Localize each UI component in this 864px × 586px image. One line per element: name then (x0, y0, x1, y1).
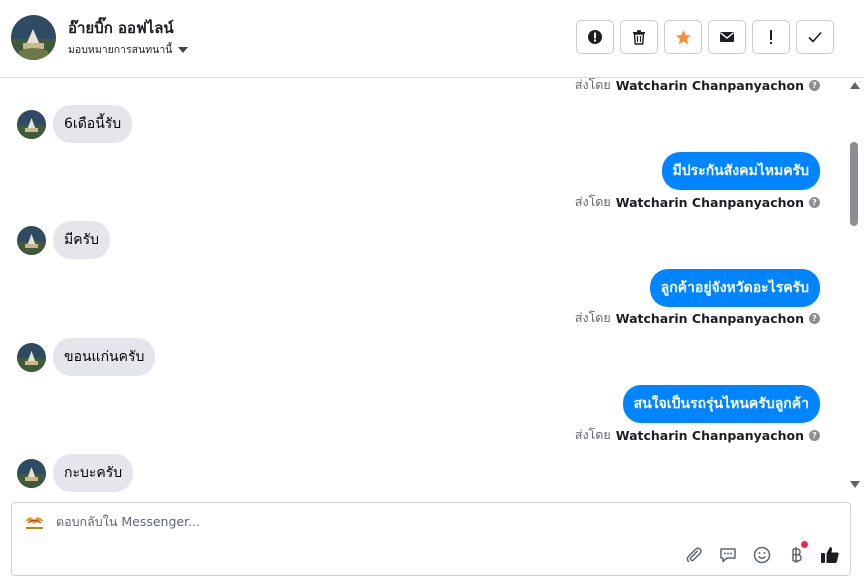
check-icon (808, 31, 822, 43)
help-icon[interactable]: ? (809, 196, 820, 208)
delete-button[interactable] (620, 20, 658, 54)
page-logo (22, 512, 47, 532)
composer-tools (684, 541, 840, 565)
incoming-message: มีครับ (17, 221, 110, 259)
attachment-button[interactable] (684, 545, 704, 565)
agent-name: Watcharin Chanpanyachon (615, 427, 804, 443)
reply-composer (11, 502, 851, 576)
contact-name: อ๊ายบิ๊ก ออฟไลน์ (68, 19, 174, 37)
help-icon[interactable]: ? (809, 312, 820, 324)
attachment-icon (686, 547, 702, 563)
baht-payment-icon (792, 547, 802, 563)
notification-dot (801, 541, 808, 548)
payment-button[interactable] (786, 541, 808, 565)
assign-label: มอบหมายการสนทนานี้ (68, 44, 173, 56)
message-bubble[interactable]: ขอนแก่นครับ (53, 338, 156, 376)
follow-up-button[interactable] (752, 20, 790, 54)
contact-avatar-small (17, 225, 46, 255)
thread-scrollbar[interactable] (848, 78, 862, 492)
message-bubble[interactable]: มีครับ (53, 221, 110, 259)
incoming-message: 6เดือนี้รับ (17, 105, 133, 143)
outgoing-message-bubble[interactable]: ลูกค้าอยู่จังหวัดอะไรครับ (649, 269, 820, 307)
contact-avatar-small (17, 109, 46, 139)
saved-reply-icon (720, 548, 736, 563)
agent-name: Watcharin Chanpanyachon (615, 194, 804, 210)
alert-circle-icon (588, 30, 602, 44)
scroll-down-icon[interactable] (850, 481, 860, 488)
help-icon[interactable]: ? (809, 429, 820, 441)
done-button[interactable] (796, 20, 834, 54)
message-thread[interactable]: ส่งโดย Watcharin Chanpanyachon? 6เดือนี้ร… (0, 78, 848, 492)
saved-reply-button[interactable] (718, 545, 738, 565)
like-button[interactable] (820, 545, 840, 565)
incoming-message: กะบะครับ (17, 454, 134, 492)
scroll-up-icon[interactable] (850, 82, 860, 89)
caret-down-icon (178, 46, 189, 53)
contact-avatar[interactable] (11, 15, 56, 60)
scroll-thumb[interactable] (850, 142, 858, 226)
help-icon[interactable]: ? (809, 79, 820, 91)
agent-name: Watcharin Chanpanyachon (615, 78, 804, 93)
star-icon (675, 29, 691, 44)
outgoing-message-bubble[interactable]: สนใจเป็นรถรุ่นไหนครับลูกค้า (622, 385, 820, 423)
like-icon (821, 547, 839, 563)
assign-conversation-dropdown[interactable]: มอบหมายการสนทนานี้ (68, 41, 189, 58)
sent-by-caption: ส่งโดย Watcharin Chanpanyachon? (575, 78, 820, 95)
emoji-icon (753, 546, 771, 564)
outgoing-message-bubble[interactable]: มีประกันสังคมไหมครับ (661, 152, 820, 190)
mark-unread-button[interactable] (708, 20, 746, 54)
reply-input[interactable] (56, 514, 656, 529)
agent-name: Watcharin Chanpanyachon (615, 310, 804, 326)
contact-avatar-small (17, 342, 46, 372)
message-bubble[interactable]: กะบะครับ (53, 454, 134, 492)
conversation-actions (576, 20, 834, 54)
sent-by-caption: ส่งโดย Watcharin Chanpanyachon? (575, 308, 820, 328)
trash-icon (633, 30, 645, 45)
star-button[interactable] (664, 20, 702, 54)
sent-by-caption: ส่งโดย Watcharin Chanpanyachon? (575, 192, 820, 212)
message-bubble[interactable]: 6เดือนี้รับ (53, 105, 133, 143)
sent-by-caption: ส่งโดย Watcharin Chanpanyachon? (575, 425, 820, 445)
emoji-button[interactable] (752, 545, 772, 565)
conversation-header: อ๊ายบิ๊ก ออฟไลน์ มอบหมายการสนทนานี้ (0, 0, 864, 78)
incoming-message: ขอนแก่นครับ (17, 338, 156, 376)
envelope-icon (720, 32, 734, 42)
exclamation-icon (770, 30, 772, 44)
contact-avatar-small (17, 458, 46, 488)
mark-spam-button[interactable] (576, 20, 614, 54)
